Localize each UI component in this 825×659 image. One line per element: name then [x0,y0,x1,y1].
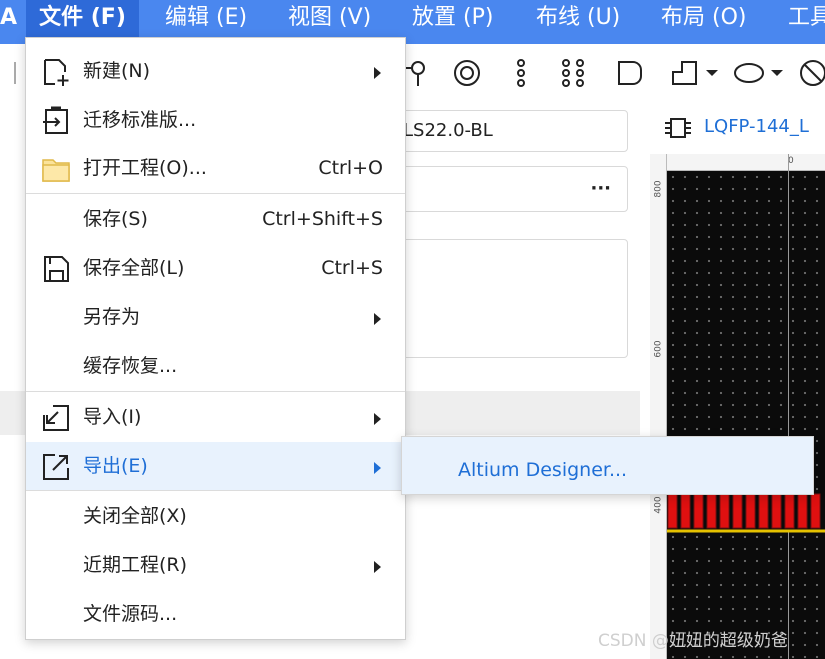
menu-item-recent-projects[interactable]: 近期工程(R) [26,541,405,589]
menu-item-export-altium[interactable]: Altium Designer... [402,437,813,494]
canvas-crosshair [788,154,789,659]
import-icon [43,405,69,431]
menu-item-new[interactable]: 新建(N) [26,47,405,95]
menu-item-close-all[interactable]: 关闭全部(X) [26,492,405,540]
submenu-arrow-icon [374,67,381,79]
ruler-top: 0 [650,154,825,171]
folder-icon [42,159,70,182]
export-icon [43,454,69,480]
dots-vertical-icon[interactable] [508,58,538,88]
ruler-label-400: 400 [653,496,664,514]
menu-item-migrate[interactable]: 迁移标准版... [26,96,405,144]
menu-item-import[interactable]: 导入(I) [26,393,405,441]
ellipse-icon[interactable] [733,58,789,88]
canvas-tab[interactable]: LQFP-144_L [650,104,825,154]
menu-item-label: 导出(E) [83,455,148,477]
pad-row [667,493,825,533]
menu-item-label: 导入(I) [83,406,142,428]
menu-item-label: 保存(S) [83,208,148,230]
shortcut-label: Ctrl+O [318,157,383,179]
no-entry-icon[interactable] [798,58,825,88]
menu-item-open-project[interactable]: 打开工程(O)... Ctrl+O [26,144,405,192]
menu-item-label: 打开工程(O)... [83,157,207,179]
menu-item-label: 文件源码... [83,603,178,625]
ruler-left: 800 600 400 [650,154,667,659]
file-menu: 新建(N) 迁移标准版... 打开工程(O)... Ctrl+O 保存(S) C… [25,37,406,640]
new-file-icon [44,59,69,86]
ruler-label-600: 600 [653,340,664,358]
menu-divider [26,391,405,392]
menu-layout[interactable]: 布局 (O) [661,0,746,37]
polyline-icon[interactable] [670,58,722,88]
menu-item-export[interactable]: 导出(E) [26,442,405,490]
footprint-icon [665,118,691,138]
menu-item-save[interactable]: 保存(S) Ctrl+Shift+S [26,195,405,243]
canvas-grid [667,171,825,659]
partial-icon [0,62,16,84]
menu-item-label: Altium Designer... [458,459,628,481]
menu-file[interactable]: 文件 (F) [26,0,139,37]
dots-grid-icon[interactable] [560,58,590,88]
watermark: CSDN @妞妞的超级奶爸 [598,631,788,651]
submenu-arrow-icon [374,313,381,325]
shortcut-label: Ctrl+Shift+S [262,208,383,230]
export-submenu: Altium Designer... [401,436,814,495]
submenu-arrow-icon [374,413,381,425]
menu-item-save-all[interactable]: 保存全部(L) Ctrl+S [26,244,405,292]
submenu-arrow-icon [374,462,381,474]
menu-item-label: 保存全部(L) [83,257,185,279]
menu-divider [26,490,405,491]
menu-item-label: 另存为 [83,306,141,328]
menu-item-label: 缓存恢复... [83,355,178,377]
menu-tools[interactable]: 工具 [788,0,825,37]
menu-divider [26,193,405,194]
menu-item-file-source[interactable]: 文件源码... [26,590,405,638]
migrate-icon [43,106,68,134]
ring-icon[interactable] [452,58,482,88]
app-logo: A [0,5,18,30]
menu-item-label: 关闭全部(X) [83,505,187,527]
rounded-rect-icon[interactable] [615,58,645,88]
menu-item-label: 近期工程(R) [83,554,188,576]
menu-place[interactable]: 放置 (P) [412,0,493,37]
menu-view[interactable]: 视图 (V) [288,0,371,37]
ruler-label-800: 800 [653,180,664,198]
save-icon [44,256,69,282]
menu-item-label: 迁移标准版... [83,109,197,131]
panel-field-value: LS22.0-BL [403,120,493,141]
shortcut-label: Ctrl+S [321,257,383,279]
menu-route[interactable]: 布线 (U) [536,0,620,37]
menu-edit[interactable]: 编辑 (E) [165,0,247,37]
menu-item-label: 新建(N) [83,60,151,82]
submenu-arrow-icon [374,561,381,573]
canvas-tab-label: LQFP-144_L [704,116,809,137]
more-options-icon[interactable]: ··· [590,169,611,209]
menu-item-save-as[interactable]: 另存为 [26,293,405,341]
menu-item-cache-restore[interactable]: 缓存恢复... [26,342,405,390]
